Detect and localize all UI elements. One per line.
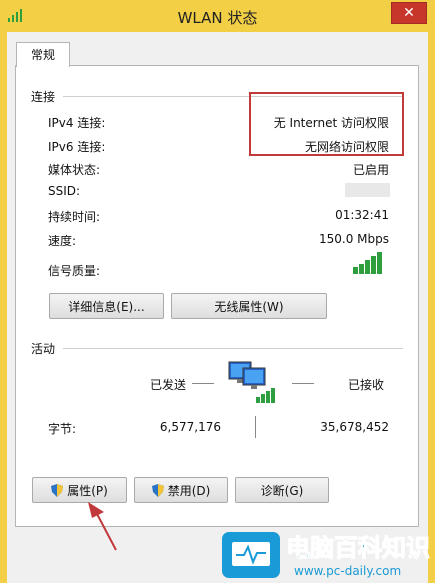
signal-quality-label: 信号质量: — [48, 264, 101, 278]
disable-button-label: 禁用(D) — [167, 484, 211, 498]
watermark-title: 电脑百科知识 — [286, 534, 431, 563]
properties-button-label: 属性(P) — [67, 484, 108, 498]
diagnose-button[interactable]: 诊断(G) — [235, 477, 329, 503]
speed-value: 150.0 Mbps — [318, 232, 389, 246]
speed-label: 速度: — [48, 234, 77, 248]
details-button[interactable]: 详细信息(E)... — [49, 293, 164, 319]
ssid-label: SSID: — [48, 184, 81, 198]
watermark-url: www.pc-daily.com — [294, 564, 402, 578]
wireless-properties-button[interactable]: 无线属性(W) — [171, 293, 327, 319]
bytes-divider — [255, 416, 256, 438]
duration-value: 01:32:41 — [335, 208, 389, 222]
disable-button[interactable]: 禁用(D) — [134, 477, 228, 503]
media-state-value: 已启用 — [352, 163, 389, 177]
connection-header: 连接 — [31, 90, 56, 104]
sent-line — [192, 383, 214, 384]
red-arrow-annotation — [88, 502, 117, 551]
network-computers-icon — [228, 361, 275, 403]
received-label: 已接收 — [348, 378, 385, 392]
watermark: 电脑百科知识 www.pc-daily.com — [212, 524, 435, 583]
window-title: WLAN 状态 — [177, 9, 258, 27]
close-button[interactable]: ✕ — [391, 2, 427, 24]
ssid-value-blurred — [345, 183, 390, 197]
bytes-sent-value: 6,577,176 — [159, 420, 221, 434]
bytes-label: 字节: — [48, 422, 77, 436]
sent-label: 已发送 — [150, 378, 187, 392]
received-line — [292, 383, 314, 384]
media-state-label: 媒体状态: — [48, 163, 101, 177]
signal-quality-icon — [353, 252, 382, 274]
ipv6-label: IPv6 连接: — [48, 140, 106, 154]
ipv4-label: IPv4 连接: — [48, 116, 106, 130]
bytes-received-value: 35,678,452 — [320, 420, 389, 434]
activity-divider — [63, 348, 403, 349]
admin-shield-icon — [151, 484, 164, 497]
tab-general[interactable]: 常规 — [16, 42, 70, 67]
watermark-logo-icon — [222, 532, 280, 578]
duration-label: 持续时间: — [48, 210, 101, 224]
highlight-box — [249, 92, 404, 156]
title-bar: WLAN 状态 ✕ — [0, 0, 435, 32]
admin-shield-icon — [51, 484, 64, 497]
activity-header: 活动 — [31, 342, 56, 356]
